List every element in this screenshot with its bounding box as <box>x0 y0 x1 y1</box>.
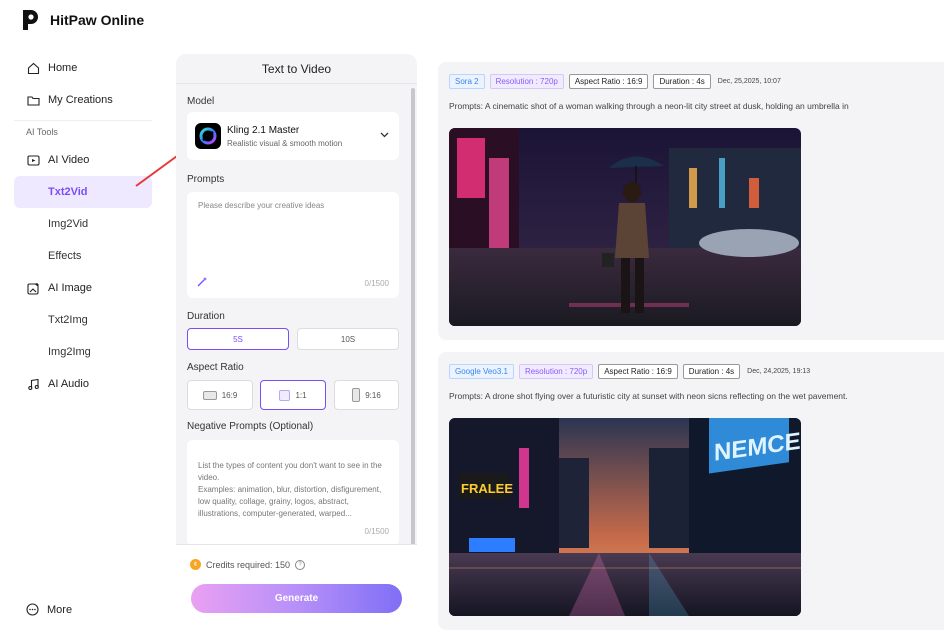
panel-footer: ¢ Credits required: 150 ? Generate <box>176 544 417 628</box>
sidebar-item-effects[interactable]: Effects <box>14 240 152 272</box>
negative-prompts-counter: 0/1500 <box>364 527 389 536</box>
aspect-1-1-button[interactable]: 1:1 <box>260 380 326 410</box>
model-label: Model <box>187 96 215 107</box>
landscape-ratio-icon <box>202 390 217 400</box>
futuristic-city-image: NEMCE FRALEE <box>449 418 801 616</box>
duration-5s-button[interactable]: 5S <box>187 328 289 350</box>
hitpaw-logo-icon <box>23 10 38 30</box>
sidebar-item-my-creations[interactable]: My Creations <box>14 84 152 116</box>
more-dots-icon <box>26 603 39 616</box>
prompts-counter: 0/1500 <box>364 279 389 288</box>
video-thumbnail-neon-street[interactable] <box>449 128 801 326</box>
sidebar-item-img2img[interactable]: Img2Img <box>14 336 152 368</box>
panel-scrollbar[interactable] <box>411 88 415 568</box>
sidebar-item-label: AI Audio <box>48 378 89 390</box>
model-select[interactable]: Kling 2.1 Master Realistic visual & smoo… <box>187 112 399 160</box>
credits-info: ¢ Credits required: 150 ? <box>190 559 306 570</box>
folder-icon <box>26 93 40 107</box>
aspect-ratio-label: Aspect Ratio <box>187 362 244 373</box>
music-note-icon <box>26 377 40 391</box>
home-icon <box>26 61 40 75</box>
negative-prompts-placeholder: List the types of content you don't want… <box>198 461 382 518</box>
result-card: Sora 2 Resolution : 720p Aspect Ratio : … <box>438 62 944 340</box>
chevron-down-icon <box>380 130 389 141</box>
sidebar-item-label: AI Video <box>48 154 90 166</box>
sidebar-item-label: Home <box>48 62 78 74</box>
text-to-video-panel: Text to Video Model Kling 2.1 Master Rea… <box>176 54 417 628</box>
kling-logo-icon <box>195 123 221 149</box>
model-description: Realistic visual & smooth motion <box>227 138 343 148</box>
model-tag: Google Veo3.1 <box>449 364 514 379</box>
fralee-sign: FRALEE <box>461 481 513 496</box>
video-thumbnail-futuristic-city[interactable]: NEMCE FRALEE <box>449 418 801 616</box>
credits-required: Credits required: 150 <box>206 559 291 570</box>
magic-wand-icon[interactable] <box>197 276 208 290</box>
result-prompt: Prompts: A cinematic shot of a woman wal… <box>449 101 849 111</box>
sidebar: Home My Creations AI Tools AI Video Txt2… <box>14 52 152 400</box>
duration-tag: Duration : 4s <box>653 74 711 89</box>
generate-button[interactable]: Generate <box>191 584 402 613</box>
negative-prompts-input[interactable]: List the types of content you don't want… <box>187 440 399 546</box>
sidebar-item-label: AI Image <box>48 282 93 294</box>
prompts-label: Prompts <box>187 174 225 185</box>
coin-icon: ¢ <box>190 559 201 570</box>
sidebar-item-txt2img[interactable]: Txt2Img <box>14 304 152 336</box>
result-tags: Sora 2 Resolution : 720p Aspect Ratio : … <box>449 74 781 89</box>
resolution-tag: Resolution : 720p <box>489 74 564 89</box>
resolution-tag: Resolution : 720p <box>518 364 594 379</box>
negative-prompts-label: Negative Prompts (Optional) <box>187 421 314 432</box>
prompts-placeholder: Please describe your creative ideas <box>198 201 325 210</box>
result-date: Dec, 25,2025, 10:07 <box>717 78 781 85</box>
aspect-option-label: 9:16 <box>365 390 381 400</box>
duration-10s-button[interactable]: 10S <box>297 328 399 350</box>
duration-tag: Duration : 4s <box>682 364 741 379</box>
duration-label: Duration <box>187 311 225 322</box>
panel-title: Text to Video <box>176 54 417 84</box>
more-button[interactable]: More <box>26 603 72 616</box>
aspect-option-label: 1:1 <box>295 390 307 400</box>
sidebar-item-label: My Creations <box>48 94 113 106</box>
result-card: Google Veo3.1 Resolution : 720p Aspect R… <box>438 352 944 630</box>
prompts-input[interactable]: Please describe your creative ideas 0/15… <box>187 192 399 298</box>
aspect-option-label: 16:9 <box>221 390 238 400</box>
image-plus-icon <box>26 281 40 295</box>
aspect-9-16-button[interactable]: 9:16 <box>334 380 399 410</box>
brand[interactable]: HitPaw Online <box>20 8 144 32</box>
aspect-ratio-tag: Aspect Ratio : 16:9 <box>568 74 649 89</box>
result-prompt: Prompts: A drone shot flying over a futu… <box>449 391 848 401</box>
sidebar-item-home[interactable]: Home <box>14 52 152 84</box>
brand-name: HitPaw Online <box>50 12 145 28</box>
neon-street-image <box>449 128 801 326</box>
sidebar-item-ai-image[interactable]: AI Image <box>14 272 152 304</box>
more-label: More <box>47 603 73 616</box>
help-icon[interactable]: ? <box>295 559 306 570</box>
video-icon <box>26 153 40 167</box>
aspect-ratio-tag: Aspect Ratio : 16:9 <box>598 364 678 379</box>
portrait-ratio-icon <box>352 388 361 402</box>
sidebar-item-ai-audio[interactable]: AI Audio <box>14 368 152 400</box>
aspect-16-9-button[interactable]: 16:9 <box>187 380 253 410</box>
square-ratio-icon <box>279 389 291 401</box>
model-tag: Sora 2 <box>449 74 485 89</box>
result-date: Dec, 24,2025, 19:13 <box>747 368 811 375</box>
model-name: Kling 2.1 Master <box>227 124 300 136</box>
sidebar-item-img2vid[interactable]: Img2Vid <box>14 208 152 240</box>
result-tags: Google Veo3.1 Resolution : 720p Aspect R… <box>449 364 810 379</box>
